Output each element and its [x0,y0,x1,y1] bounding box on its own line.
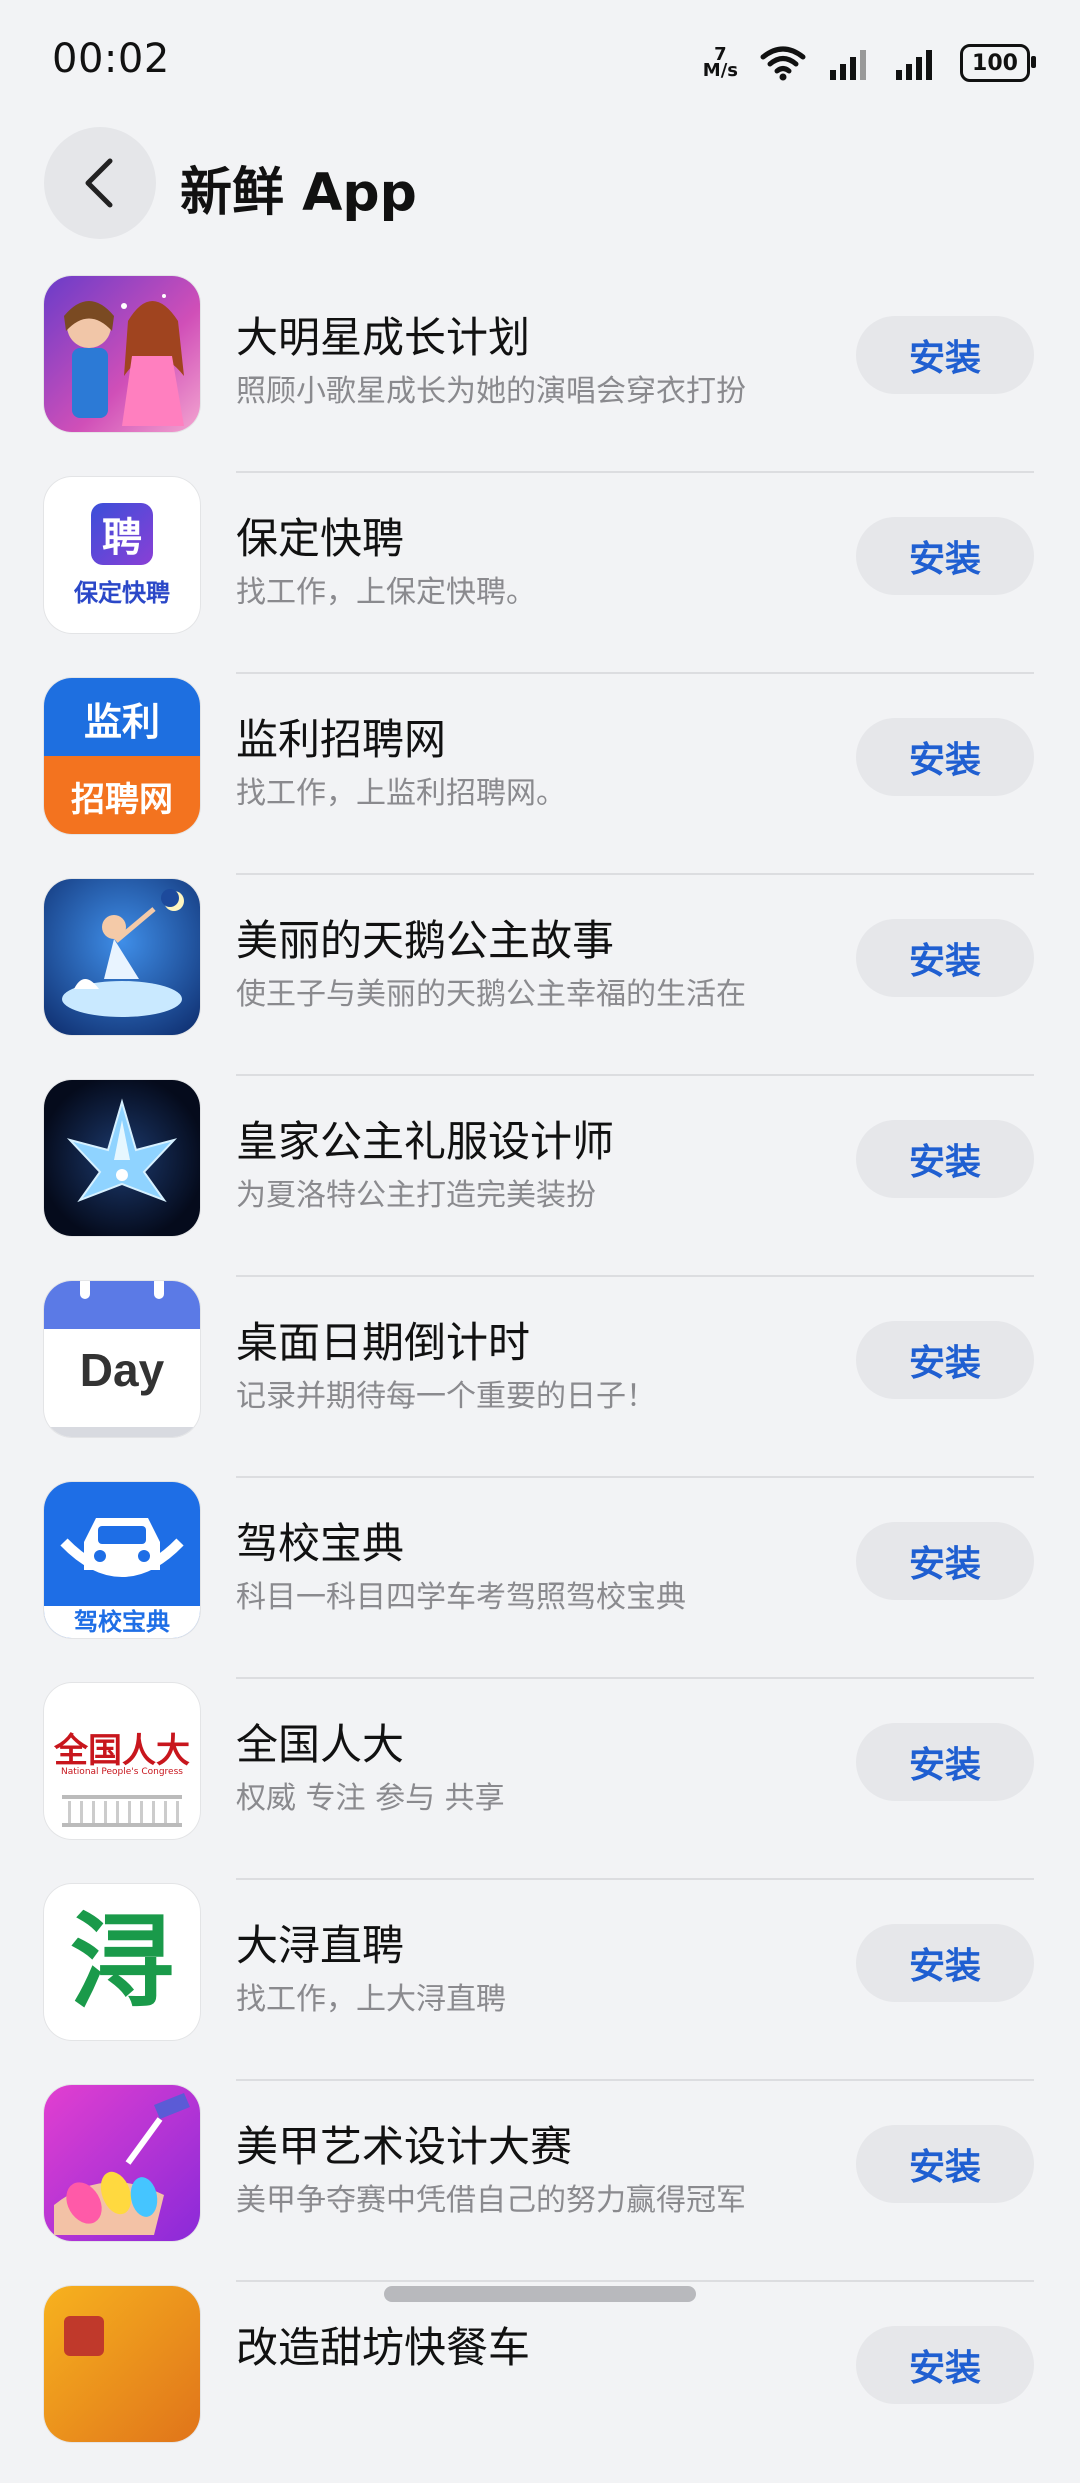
list-item[interactable]: Day 桌面日期倒计时 记录并期待每一个重要的日子！ 安装 [0,1277,1080,1478]
icon-label: 全国人大 [54,1731,190,1771]
list-item[interactable]: 驾校宝典 驾校宝典 科目一科目四学车考驾照驾校宝典 安装 [0,1478,1080,1679]
app-icon-day-countdown: Day [44,1281,200,1437]
icon-sublabel: National People's Congress [61,1767,183,1777]
app-description: 为夏洛特公主打造完美装扮 [236,1178,596,1213]
app-icon-baoding-kuaipin: 聘 保定快聘 [44,477,200,633]
icon-label: 保定快聘 [74,578,170,607]
signal-icon [830,50,866,80]
list-item[interactable]: 美甲艺术设计大赛 美甲争夺赛中凭借自己的努力赢得冠军 安装 [0,2081,1080,2282]
calendar-header [44,1281,200,1329]
building-icon [62,1795,182,1827]
app-name: 监利招聘网 [236,715,447,764]
icon-badge: 聘 [91,502,153,565]
install-button[interactable]: 安装 [856,1723,1034,1801]
app-icon-nail-art [44,2085,200,2241]
list-item[interactable]: 浔 大浔直聘 找工作，上大浔直聘 安装 [0,1880,1080,2081]
install-button[interactable]: 安装 [856,316,1034,394]
app-description: 美甲争夺赛中凭借自己的努力赢得冠军 [236,2183,746,2218]
install-button[interactable]: 安装 [856,919,1034,997]
install-button[interactable]: 安装 [856,1522,1034,1600]
app-name: 美丽的天鹅公主故事 [236,916,615,965]
chevron-left-icon [85,158,113,208]
install-button[interactable]: 安装 [856,1120,1034,1198]
app-description: 使王子与美丽的天鹅公主幸福的生活在 [236,977,746,1012]
install-button[interactable]: 安装 [856,718,1034,796]
list-item[interactable]: 聘 保定快聘 保定快聘 找工作，上保定快聘。 安装 [0,473,1080,674]
app-name: 桌面日期倒计时 [236,1318,531,1367]
calendar-ring-left [80,1281,90,1299]
status-icons: 7 M/s 100 [702,38,1036,88]
page-title: 新鲜 App [180,163,417,223]
list-item[interactable]: 美丽的天鹅公主故事 使王子与美丽的天鹅公主幸福的生活在 安装 [0,875,1080,1076]
app-name: 改造甜坊快餐车 [236,2323,531,2372]
app-description: 科目一科目四学车考驾照驾校宝典 [236,1580,686,1615]
calendar-ring-right [154,1281,164,1299]
app-icon-swan-princess [44,879,200,1035]
app-name: 保定快聘 [236,514,405,563]
list-item[interactable]: 改造甜坊快餐车 安装 [0,2282,1080,2483]
app-name: 大明星成长计划 [236,313,531,362]
app-description: 找工作，上大浔直聘 [236,1982,506,2017]
app-description: 记录并期待每一个重要的日子！ [236,1379,656,1414]
icon-label: Day [79,1344,165,1396]
app-name: 大浔直聘 [236,1921,405,1970]
list-item[interactable]: 皇家公主礼服设计师 为夏洛特公主打造完美装扮 安装 [0,1076,1080,1277]
calendar-bottom [44,1427,200,1437]
icon-label-top: 监利 [83,700,160,744]
icon-label-bottom: 招聘网 [71,780,173,820]
install-button[interactable]: 安装 [856,2326,1034,2404]
list-item[interactable]: 大明星成长计划 照顾小歌星成长为她的演唱会穿衣打扮 安装 [0,272,1080,473]
wifi-icon [760,46,806,81]
install-button[interactable]: 安装 [856,517,1034,595]
app-icon-driving-school: 驾校宝典 [44,1482,200,1638]
install-button[interactable]: 安装 [856,2125,1034,2203]
app-name: 全国人大 [236,1720,405,1769]
install-button[interactable]: 安装 [856,1321,1034,1399]
back-button[interactable] [44,127,156,239]
install-button[interactable]: 安装 [856,1924,1034,2002]
app-description: 找工作，上保定快聘。 [236,575,536,610]
app-name: 驾校宝典 [236,1519,405,1568]
home-indicator[interactable] [384,2286,696,2302]
list-item[interactable]: 监利 招聘网 监利招聘网 找工作，上监利招聘网。 安装 [0,674,1080,875]
status-time: 00:02 [52,36,170,82]
app-icon-snack-truck [44,2286,200,2442]
app-name: 美甲艺术设计大赛 [236,2122,573,2171]
signal-icon-2 [896,50,932,80]
app-icon-royal-dress [44,1080,200,1236]
app-name: 皇家公主礼服设计师 [236,1117,615,1166]
app-icon-star-growth [44,276,200,432]
app-description: 找工作，上监利招聘网。 [236,776,566,811]
status-bar: 00:02 7 M/s 100 [0,0,1080,120]
app-icon-daxun-zhipin: 浔 [44,1884,200,2040]
icon-label: 浔 [69,1901,174,2023]
list-item[interactable]: 全国人大 National People's Congress 全国人大 权威 … [0,1679,1080,1880]
app-description: 权威 专注 参与 共享 [236,1781,505,1816]
icon-label: 驾校宝典 [44,1606,200,1638]
app-icon-npc: 全国人大 National People's Congress [44,1683,200,1839]
app-list: 大明星成长计划 照顾小歌星成长为她的演唱会穿衣打扮 安装 聘 保定快聘 保定快聘… [0,272,1080,2483]
app-icon-jianli-zhaopin: 监利 招聘网 [44,678,200,834]
network-speed: 7 M/s [702,44,738,81]
battery-icon: 100 [960,44,1036,82]
app-description: 照顾小歌星成长为她的演唱会穿衣打扮 [236,374,746,409]
